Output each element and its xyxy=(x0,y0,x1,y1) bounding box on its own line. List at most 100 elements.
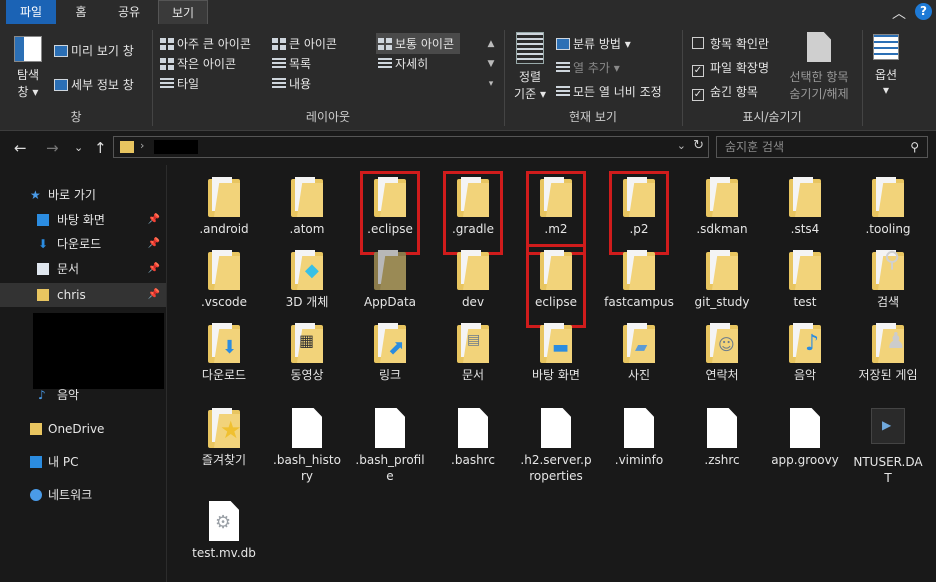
group-by-button[interactable]: 분류 방법 ▾ xyxy=(556,35,631,52)
layout-scroll[interactable]: ▲ ▼ ▾ xyxy=(484,34,498,94)
pin-icon[interactable]: 📌 xyxy=(148,208,160,232)
file-item[interactable]: ☺ 연락처 xyxy=(682,323,762,383)
file-item[interactable]: .bash_history xyxy=(267,408,347,484)
file-item[interactable]: ▤ 문서 xyxy=(433,323,513,383)
pin-icon[interactable]: 📌 xyxy=(148,283,160,307)
file-item[interactable]: ◆ 3D 개체 xyxy=(267,250,347,310)
file-item[interactable]: .tooling xyxy=(848,177,928,237)
layout-list[interactable]: 목록 xyxy=(272,55,311,72)
file-item[interactable]: .sdkman xyxy=(682,177,762,237)
sidebar-item-downloads[interactable]: ⬇ 다운로드 📌 xyxy=(0,232,166,256)
redacted-area xyxy=(33,313,164,389)
layout-tiles[interactable]: 타일 xyxy=(160,75,199,92)
file-item[interactable]: ⬈ 링크 xyxy=(350,323,430,383)
layout-small[interactable]: 작은 아이콘 xyxy=(160,55,236,72)
file-item[interactable]: ▬ 바탕 화면 xyxy=(516,323,596,383)
file-item[interactable]: ♪ 음악 xyxy=(765,323,845,383)
file-item[interactable]: .sts4 xyxy=(765,177,845,237)
sort-by-button[interactable]: 정렬 기준 ▾ xyxy=(510,32,550,102)
sidebar-item-this-pc[interactable]: 내 PC xyxy=(0,450,166,474)
file-item[interactable]: .android xyxy=(184,177,264,237)
options-button[interactable]: 옵션 ▾ xyxy=(866,34,906,97)
recent-dropdown-icon[interactable]: ⌄ xyxy=(74,141,83,154)
file-item[interactable]: .vscode xyxy=(184,250,264,310)
sidebar-item-desktop[interactable]: 바탕 화면 📌 xyxy=(0,208,166,232)
refresh-icon[interactable]: ↻ xyxy=(693,138,704,153)
sidebar-quick-access[interactable]: ★ 바로 가기 xyxy=(0,183,166,207)
details-pane-icon xyxy=(54,79,68,91)
fit-columns-button[interactable]: 모든 열 너비 조정 xyxy=(556,83,662,100)
file-item[interactable]: ♟ 저장된 게임 xyxy=(848,323,928,383)
links-folder-icon: ⬈ xyxy=(374,323,406,363)
up-arrow-icon[interactable]: ↑ xyxy=(94,139,107,157)
sidebar-item-network[interactable]: 네트워크 xyxy=(0,483,166,507)
file-item[interactable]: ⚙ test.mv.db xyxy=(184,501,264,561)
search-folder-icon: ⚲ xyxy=(872,250,904,290)
document-file-icon xyxy=(375,408,405,448)
layout-details[interactable]: 자세히 xyxy=(378,55,428,72)
file-item[interactable]: ★ 즐겨찾기 xyxy=(184,408,264,468)
layout-medium[interactable]: 보통 아이콘 xyxy=(376,33,461,54)
file-item[interactable]: AppData xyxy=(350,250,430,310)
tab-view[interactable]: 보기 xyxy=(158,0,208,24)
file-name-label: 연락처 xyxy=(705,368,739,382)
tab-home[interactable]: 홈 xyxy=(58,0,104,24)
file-item[interactable]: .h2.server.properties xyxy=(516,408,596,484)
details-pane-label: 세부 정보 창 xyxy=(71,78,134,92)
document-file-icon xyxy=(458,408,488,448)
file-name-label: .bashrc xyxy=(451,453,495,467)
sidebar-item-chris[interactable]: chris 📌 xyxy=(0,283,166,307)
hidden-items-toggle[interactable]: ✓ 숨긴 항목 xyxy=(692,83,758,101)
pin-icon[interactable]: 📌 xyxy=(148,257,160,281)
file-item[interactable]: .bash_profile xyxy=(350,408,430,484)
forward-arrow-icon[interactable]: → xyxy=(46,139,59,157)
pin-icon[interactable]: 📌 xyxy=(148,232,160,256)
computer-icon xyxy=(30,456,42,468)
folder-icon xyxy=(30,423,42,435)
nav-pane-button[interactable]: 탐색 창 ▾ xyxy=(8,34,48,100)
file-item[interactable]: .viminfo xyxy=(599,408,679,468)
details-icon xyxy=(378,58,392,70)
file-name-label: 검색 xyxy=(876,295,900,309)
layout-large[interactable]: 큰 아이콘 xyxy=(272,35,337,52)
folder-user-icon xyxy=(120,141,134,153)
hide-selected-button[interactable]: 선택한 항목 숨기기/해제 xyxy=(782,32,856,102)
document-file-icon xyxy=(541,408,571,448)
collapse-ribbon-icon[interactable]: ︿ xyxy=(892,3,906,23)
tab-file[interactable]: 파일 xyxy=(6,0,56,24)
file-item[interactable]: ▰ 사진 xyxy=(599,323,679,383)
search-input[interactable]: 숨지훈 검색 ⚲ xyxy=(716,136,928,158)
preview-pane-button[interactable]: 미리 보기 창 xyxy=(54,42,134,59)
system-file-icon: ▶ xyxy=(871,408,905,444)
help-icon[interactable]: ? xyxy=(915,3,932,20)
item-checkbox-toggle[interactable]: 항목 확인란 xyxy=(692,35,769,52)
details-pane-button[interactable]: 세부 정보 창 xyxy=(54,76,134,93)
file-item[interactable]: dev xyxy=(433,250,513,310)
hide-selected-label: 선택한 항목 xyxy=(789,70,849,84)
address-bar[interactable]: › ⌄ ↻ xyxy=(113,136,709,158)
file-item[interactable]: test xyxy=(765,250,845,310)
file-item[interactable]: ▶ NTUSER.DAT xyxy=(848,408,928,486)
back-arrow-icon[interactable]: ← xyxy=(14,139,27,157)
sidebar-item-label: 문서 xyxy=(57,262,80,276)
file-item[interactable]: fastcampus xyxy=(599,250,679,310)
file-item[interactable]: .bashrc xyxy=(433,408,513,468)
sidebar-item-onedrive[interactable]: OneDrive xyxy=(0,417,166,441)
sort-label: 정렬 xyxy=(518,70,542,84)
file-ext-toggle[interactable]: ✓ 파일 확장명 xyxy=(692,59,769,77)
tab-share[interactable]: 공유 xyxy=(104,0,154,24)
file-item[interactable]: git_study xyxy=(682,250,762,310)
file-item[interactable]: .zshrc xyxy=(682,408,762,468)
add-column-button[interactable]: 열 추가 ▾ xyxy=(556,59,620,76)
preview-pane-label: 미리 보기 창 xyxy=(71,44,134,58)
add-column-icon xyxy=(556,62,570,74)
layout-content[interactable]: 내용 xyxy=(272,75,311,92)
sidebar-item-documents[interactable]: 문서 📌 xyxy=(0,257,166,281)
file-item[interactable]: app.groovy xyxy=(765,408,845,468)
file-item[interactable]: .atom xyxy=(267,177,347,237)
file-item[interactable]: ▦ 동영상 xyxy=(267,323,347,383)
layout-extra-large[interactable]: 아주 큰 아이콘 xyxy=(160,35,251,52)
address-dropdown-icon[interactable]: ⌄ xyxy=(677,139,686,152)
file-item[interactable]: ⬇ 다운로드 xyxy=(184,323,264,383)
file-item[interactable]: ⚲ 검색 xyxy=(848,250,928,310)
